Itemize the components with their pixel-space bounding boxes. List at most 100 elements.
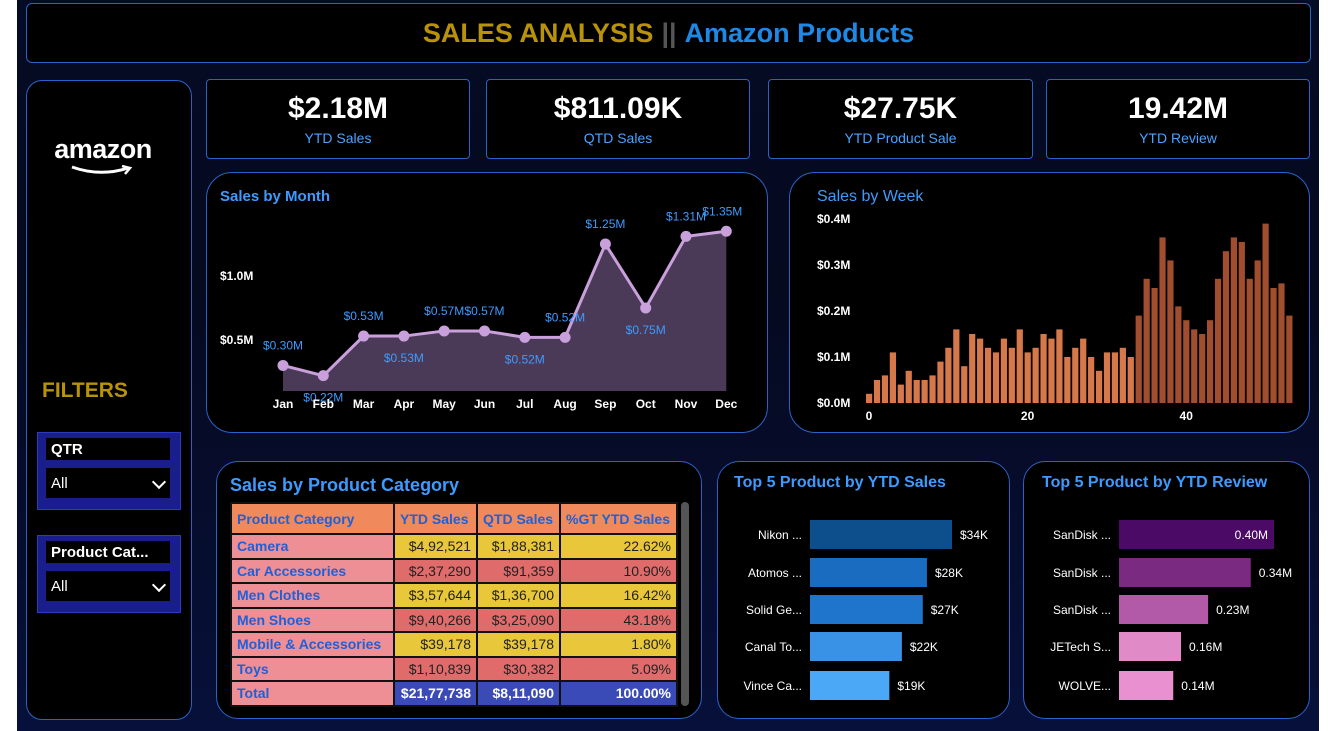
week-bar[interactable] [1230,237,1237,403]
bar[interactable] [1119,558,1251,587]
week-bar[interactable] [929,375,936,403]
week-bar[interactable] [1214,278,1222,403]
week-bar[interactable] [1135,315,1142,403]
week-bar[interactable] [1222,251,1230,403]
bar[interactable] [1119,632,1181,661]
week-bar[interactable] [889,352,896,403]
data-point[interactable] [317,370,329,382]
bar[interactable] [810,558,927,587]
week-bar[interactable] [1238,242,1245,403]
bar[interactable] [810,595,923,624]
week-bar[interactable] [1143,278,1150,403]
y-tick-label: $0.3M [817,258,850,272]
week-bar[interactable] [1246,278,1253,403]
data-label: $0.53M [344,309,384,323]
week-bar[interactable] [866,393,873,403]
slicer-category-dropdown[interactable]: All [46,571,170,601]
top5-sales-chart: Nikon ... $34K Atomos ... $28K Solid Ge... $2… [744,520,988,700]
table-row[interactable]: Mobile & Accessories $39,178 $39,178 1.80% [230,631,678,658]
total-value-cell: $8,11,090 [476,680,561,707]
chevron-down-icon[interactable] [151,474,167,490]
week-bar[interactable] [1064,357,1071,403]
week-bar[interactable] [1095,370,1103,403]
week-bar[interactable] [1024,352,1031,403]
week-bar[interactable] [1000,338,1008,403]
table-row[interactable]: Men Clothes $3,57,644 $1,36,700 16.42% [230,582,678,609]
data-point[interactable] [277,359,289,371]
column-header[interactable]: YTD Sales [393,502,478,535]
data-point[interactable] [398,330,410,342]
data-point[interactable] [479,325,490,337]
slicer-qtr-dropdown[interactable]: All [46,468,170,498]
week-bar[interactable] [984,347,992,403]
column-header[interactable]: QTD Sales [476,502,561,535]
week-bar[interactable] [1056,329,1063,403]
bar[interactable] [1119,595,1209,624]
week-bar[interactable] [945,347,952,403]
bar[interactable] [810,632,902,661]
table-row[interactable]: Car Accessories $2,37,290 $91,359 10.90% [230,557,678,584]
data-point[interactable] [358,330,370,342]
week-bar[interactable] [1032,347,1039,403]
data-label: $0.52M [505,352,545,366]
week-bar[interactable] [1008,347,1015,403]
week-bar[interactable] [1016,329,1023,403]
week-bar[interactable] [921,380,928,403]
week-bar[interactable] [1103,352,1111,403]
week-bar[interactable] [1175,306,1182,403]
week-bar[interactable] [1080,338,1087,403]
week-bar[interactable] [1072,347,1079,403]
y-tick-label: $0.5M [220,333,253,347]
week-bar[interactable] [1206,320,1214,403]
bar[interactable] [1119,671,1174,700]
data-point[interactable] [680,230,692,242]
week-bar[interactable] [881,375,889,403]
week-bar[interactable] [1088,357,1095,403]
week-bar[interactable] [1191,329,1198,403]
data-point[interactable] [599,238,611,250]
week-bar[interactable] [1167,260,1174,403]
table-row[interactable]: Men Shoes $9,40,266 $3,25,090 43.18% [230,606,678,633]
week-bar[interactable] [1127,357,1134,403]
week-bar[interactable] [1254,260,1261,403]
kpi-value: $27.75K [843,92,958,125]
week-bar[interactable] [977,338,984,403]
chevron-down-icon[interactable] [151,577,167,593]
data-point[interactable] [640,302,652,314]
data-label: $1.35M [702,204,742,218]
data-point[interactable] [519,331,531,343]
bar[interactable] [810,520,952,549]
week-bar[interactable] [953,329,960,403]
week-bar[interactable] [1040,334,1047,403]
week-bar[interactable] [1119,347,1126,403]
data-point[interactable] [559,331,571,343]
week-bar[interactable] [1151,288,1158,403]
week-bar[interactable] [905,370,912,403]
x-tick-label: 0 [866,409,873,423]
column-header[interactable]: %GT YTD Sales [559,502,678,535]
week-bar[interactable] [937,361,944,403]
week-bar[interactable] [897,384,904,403]
week-bar[interactable] [1199,334,1206,403]
week-bar[interactable] [961,366,968,403]
week-bar[interactable] [1183,320,1190,403]
data-point[interactable] [720,225,732,237]
data-point[interactable] [438,325,450,337]
week-bar[interactable] [1270,288,1277,403]
week-bar[interactable] [969,334,976,403]
bar[interactable] [810,671,890,700]
week-bar[interactable] [1111,352,1119,403]
table-row[interactable]: Camera $4,92,521 $1,88,381 22.62% [230,533,678,560]
week-bar[interactable] [913,380,920,403]
week-bar[interactable] [1048,338,1055,403]
week-bar[interactable] [1159,237,1166,403]
week-bar[interactable] [873,380,881,403]
week-bar[interactable] [1278,283,1285,403]
column-header[interactable]: Product Category [230,502,395,535]
table-row[interactable]: Toys $1,10,839 $30,382 5.09% [230,655,678,682]
week-bar[interactable] [1286,315,1293,403]
week-bar[interactable] [1262,223,1269,403]
category-name-cell: Car Accessories [230,557,395,584]
table-scrollbar[interactable] [681,502,689,706]
week-bar[interactable] [992,352,1000,403]
